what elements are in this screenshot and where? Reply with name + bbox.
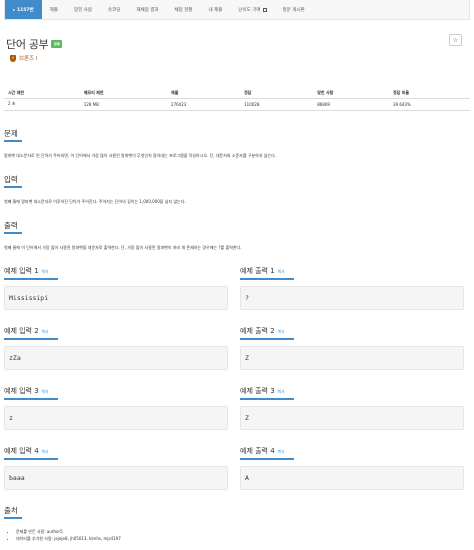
copy-input-4-link[interactable]: 복사 xyxy=(42,449,49,455)
value-submissions: 276423 xyxy=(167,98,241,111)
tab-rejudge[interactable]: 재채점 결과 xyxy=(128,0,166,19)
example-output-3-box: Z xyxy=(240,406,464,430)
example-output-4-label: 예제 출력 4 xyxy=(240,447,275,455)
example-input-1-label: 예제 입력 1 xyxy=(4,267,39,275)
header-submissions: 제출 xyxy=(167,88,241,99)
tab-my-submit-label: 내 제출 xyxy=(208,7,223,13)
value-time-limit: 2 초 xyxy=(4,98,80,111)
page-title: 단어 공부 xyxy=(6,38,49,51)
example-input-3-label: 예제 입력 3 xyxy=(4,387,39,395)
tab-board[interactable]: 질문 게시판 xyxy=(275,0,313,19)
output-description: 첫째 줄에 이 단어에서 가장 많이 사용된 알파벳을 대문자로 출력한다. 단… xyxy=(4,245,242,250)
source-data-contributors: 데이터를 추가한 사람: jejeje8, jh05013, kimhs, mj… xyxy=(16,536,121,543)
source-heading: 출처 xyxy=(4,506,18,515)
input-heading-rule xyxy=(4,186,22,188)
caret-icon: ▸ xyxy=(13,7,16,12)
problem-info-table: 시간 제한 메모리 제한 제출 정답 맞힌 사람 정답 비율 2 초 128 M… xyxy=(4,88,470,111)
example-output-1-box: ? xyxy=(240,286,464,310)
example-output-2-title: 예제 출력 2 복사 xyxy=(240,326,285,336)
header-solvers: 맞힌 사람 xyxy=(313,88,389,99)
example-input-2-rule xyxy=(4,338,58,340)
tab-board-label: 질문 게시판 xyxy=(282,7,305,13)
title-row: 단어 공부 성공 xyxy=(6,36,63,52)
example-input-1-title: 예제 입력 1 복사 xyxy=(4,266,49,276)
tab-rejudge-label: 재채점 결과 xyxy=(136,7,159,13)
example-output-4-rule xyxy=(240,458,294,460)
header-ratio: 정답 비율 xyxy=(388,88,470,99)
copy-input-3-link[interactable]: 복사 xyxy=(42,389,49,395)
example-input-4-label: 예제 입력 4 xyxy=(4,447,39,455)
output-heading: 출력 xyxy=(4,221,18,230)
external-link-icon xyxy=(262,7,267,12)
copy-output-4-link[interactable]: 복사 xyxy=(278,449,285,455)
tab-problem[interactable]: ▸ 1157번 xyxy=(5,0,42,19)
example-input-3-title: 예제 입력 3 복사 xyxy=(4,386,49,396)
value-memory-limit: 128 MB xyxy=(79,98,168,111)
favorite-button[interactable]: ☆ xyxy=(449,34,462,46)
header-memory-limit: 메모리 제한 xyxy=(79,88,168,99)
input-description: 첫째 줄에 알파벳 대소문자로 이루어진 단어가 주어진다. 주어지는 단어의 … xyxy=(4,199,186,204)
example-input-1-rule xyxy=(4,278,58,280)
tab-shortcoding[interactable]: 숏코딩 xyxy=(100,0,128,19)
tab-submit-label: 제출 xyxy=(49,7,58,13)
copy-output-2-link[interactable]: 복사 xyxy=(278,329,285,335)
example-input-2-title: 예제 입력 2 복사 xyxy=(4,326,49,336)
tab-my-submit[interactable]: 내 제출 xyxy=(201,0,231,19)
example-output-2-box: Z xyxy=(240,346,464,370)
problem-description: 알파벳 대소문자로 된 단어가 주어지면, 이 단어에서 가장 많이 사용된 알… xyxy=(4,153,277,158)
example-output-1-title: 예제 출력 1 복사 xyxy=(240,266,285,276)
value-ratio: 39.643% xyxy=(388,98,470,111)
source-list: 문제를 만든 사람: author5 데이터를 추가한 사람: jejeje8,… xyxy=(16,529,121,542)
tab-status[interactable]: 채점 현황 xyxy=(167,0,201,19)
example-input-3-rule xyxy=(4,398,58,400)
example-output-3-title: 예제 출력 3 복사 xyxy=(240,386,285,396)
problem-nav: ▸ 1157번 제출 맞힌 사람 숏코딩 재채점 결과 채점 현황 내 제출 난이… xyxy=(4,0,470,20)
tab-problem-label: 1157번 xyxy=(17,7,34,13)
value-solvers: 86869 xyxy=(313,98,389,111)
input-heading: 입력 xyxy=(4,175,18,184)
example-output-3-label: 예제 출력 3 xyxy=(240,387,275,395)
tab-status-label: 채점 현황 xyxy=(174,7,193,13)
example-output-4-title: 예제 출력 4 복사 xyxy=(240,446,285,456)
source-heading-rule xyxy=(4,517,22,519)
copy-input-2-link[interactable]: 복사 xyxy=(42,329,49,335)
example-output-1-label: 예제 출력 1 xyxy=(240,267,275,275)
tab-solvers-label: 맞힌 사람 xyxy=(73,7,92,13)
tab-shortcoding-label: 숏코딩 xyxy=(107,7,121,13)
problem-heading: 문제 xyxy=(4,129,18,138)
tier[interactable]: I 브론즈 I xyxy=(10,54,38,62)
star-icon: ☆ xyxy=(452,36,459,44)
example-output-3-rule xyxy=(240,398,294,400)
tab-solvers[interactable]: 맞힌 사람 xyxy=(66,0,100,19)
example-input-1-box: Mississipi xyxy=(4,286,228,310)
example-input-4-box: baaa xyxy=(4,466,228,490)
example-output-1-rule xyxy=(240,278,294,280)
example-input-4-title: 예제 입력 4 복사 xyxy=(4,446,49,456)
copy-output-3-link[interactable]: 복사 xyxy=(278,389,285,395)
copy-output-1-link[interactable]: 복사 xyxy=(278,269,285,275)
output-heading-rule xyxy=(4,232,22,234)
header-accepted: 정답 xyxy=(240,88,314,99)
tab-submit[interactable]: 제출 xyxy=(42,0,66,19)
tier-label: 브론즈 I xyxy=(19,56,38,62)
example-output-4-box: A xyxy=(240,466,464,490)
example-output-2-label: 예제 출력 2 xyxy=(240,327,275,335)
example-input-2-label: 예제 입력 2 xyxy=(4,327,39,335)
example-input-3-box: z xyxy=(4,406,228,430)
tab-difficulty-label: 난이도 기여 xyxy=(238,7,261,13)
status-badge: 성공 xyxy=(51,40,63,48)
tier-icon: I xyxy=(10,54,16,62)
value-accepted: 110028 xyxy=(240,98,314,111)
example-output-2-rule xyxy=(240,338,294,340)
header-time-limit: 시간 제한 xyxy=(4,88,80,99)
example-input-2-box: zZa xyxy=(4,346,228,370)
problem-heading-rule xyxy=(4,140,22,142)
tab-difficulty[interactable]: 난이도 기여 xyxy=(230,0,274,19)
copy-input-1-link[interactable]: 복사 xyxy=(42,269,49,275)
example-input-4-rule xyxy=(4,458,58,460)
